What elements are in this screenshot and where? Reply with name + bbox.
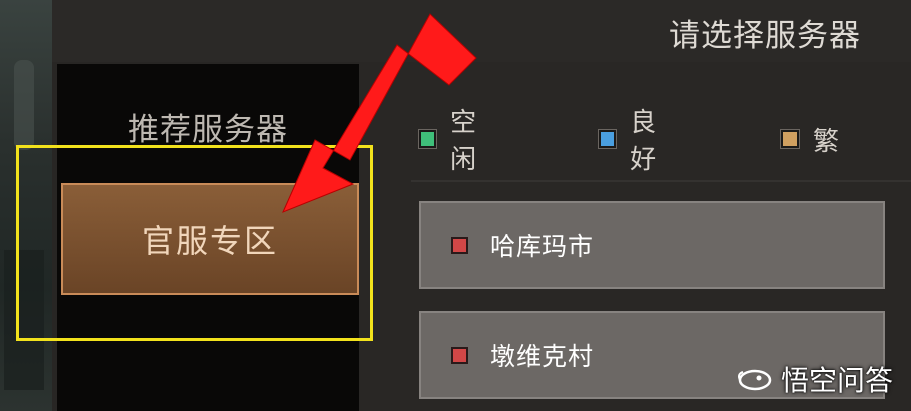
annotation-arrow-icon [282, 13, 477, 213]
watermark-text: 悟空问答 [780, 364, 893, 397]
watermark: 悟空问答 [737, 359, 893, 399]
bird-logo-icon [738, 369, 772, 391]
